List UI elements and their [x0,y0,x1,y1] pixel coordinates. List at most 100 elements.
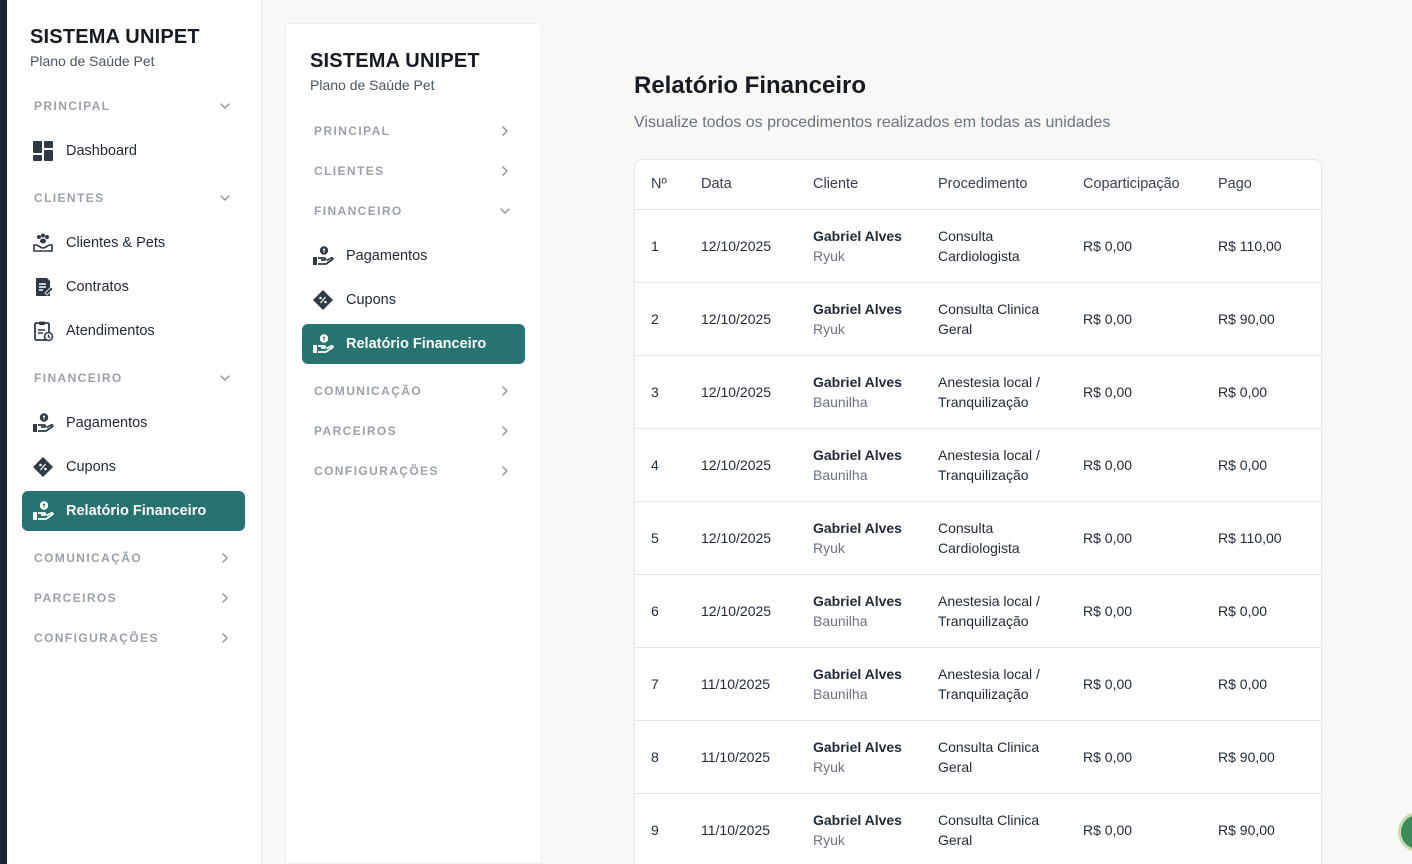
dashboard-icon [32,140,54,162]
sidebar-item-cupons[interactable]: Cupons [22,447,245,487]
procedure-line: Geral [938,831,973,848]
pet-name: Ryuk [813,539,845,556]
sidebar-item-label: Cupons [346,292,396,308]
payment-hand-icon [32,500,54,522]
pet-name: Baunilha [813,393,868,410]
table-row[interactable]: 9 11/10/2025 Gabriel Alves Ryuk Consulta Cli… [635,793,1321,864]
procedure-line: Anestesia local / [938,592,1040,609]
sidebar-item-dashboard[interactable]: Dashboard [22,131,245,171]
sidebar-item-clientes-pets[interactable]: Clientes & Pets [22,223,245,263]
pet-name: Baunilha [813,685,868,702]
sidebar-item-contratos[interactable]: Contratos [22,267,245,307]
procedure-line: Anestesia local / [938,446,1040,463]
page-subtitle: Visualize todos os procedimentos realiza… [634,114,1111,131]
cell-date: 12/10/2025 [701,282,813,356]
client-name: Gabriel Alves [813,738,902,755]
table-row[interactable]: 4 12/10/2025 Gabriel Alves Baunilha Anestesi… [635,428,1321,502]
sidebar-section-comunicacao[interactable]: COMUNICAÇÃO [314,381,512,401]
sidebar-section-comunicacao[interactable]: COMUNICAÇÃO [34,548,232,568]
sidebar-item-label: Dashboard [66,143,137,159]
sidebar-section-configuracoes[interactable]: CONFIGURAÇÕES [314,461,512,481]
sidebar-section-configuracoes[interactable]: CONFIGURAÇÕES [34,628,232,648]
cell-paid: R$ 0,00 [1218,574,1321,648]
sidebar-item-label: Atendimentos [66,323,155,339]
sidebar-section-principal[interactable]: PRINCIPAL [34,96,232,116]
cell-procedure: Consulta Cardiologista [938,501,1083,575]
section-label: PARCEIROS [314,424,398,438]
sidebar-section-clientes[interactable]: CLIENTES [34,188,232,208]
table-row[interactable]: 6 12/10/2025 Gabriel Alves Baunilha Anestesi… [635,574,1321,648]
table-row[interactable]: 1 12/10/2025 Gabriel Alves Ryuk Consulta Card… [635,209,1321,283]
cell-copart: R$ 0,00 [1083,574,1218,648]
chevron-right-icon [218,631,232,645]
column-header-paid: Pago [1218,160,1321,210]
client-name: Gabriel Alves [813,227,902,244]
chevron-down-icon [498,204,512,218]
client-name: Gabriel Alves [813,811,902,828]
column-header-num: Nº [635,160,701,210]
client-name: Gabriel Alves [813,446,902,463]
table-row[interactable]: 8 11/10/2025 Gabriel Alves Ryuk Consulta Cli… [635,720,1321,794]
procedure-line: Anestesia local / [938,665,1040,682]
sidebar-item-label: Relatório Financeiro [66,503,207,519]
payment-hand-icon [312,245,334,267]
sidebar-item-label: Clientes & Pets [66,235,166,251]
sidebar-section-principal[interactable]: PRINCIPAL [314,121,512,141]
chevron-down-icon [218,371,232,385]
chevron-right-icon [498,124,512,138]
section-label: FINANCEIRO [34,371,123,385]
procedure-line: Geral [938,758,973,775]
column-header-client: Cliente [813,160,938,210]
cell-date: 11/10/2025 [701,793,813,864]
pet-name: Baunilha [813,466,868,483]
cell-client: Gabriel Alves Baunilha [813,355,938,429]
procedure-line: Cardiologista [938,539,1020,556]
cell-num: 3 [635,355,701,429]
sidebar-item-pagamentos[interactable]: Pagamentos [22,403,245,443]
cell-num: 9 [635,793,701,864]
procedure-line: Anestesia local / [938,373,1040,390]
table-row[interactable]: 7 11/10/2025 Gabriel Alves Baunilha Anestesi… [635,647,1321,721]
cell-client: Gabriel Alves Ryuk [813,720,938,794]
cell-copart: R$ 0,00 [1083,720,1218,794]
sidebar-section-parceiros[interactable]: PARCEIROS [314,421,512,441]
cell-client: Gabriel Alves Ryuk [813,501,938,575]
sidebar-item-relatorio-financeiro[interactable]: Relatório Financeiro [302,324,525,364]
section-label: COMUNICAÇÃO [314,384,423,398]
table-row[interactable]: 3 12/10/2025 Gabriel Alves Baunilha Anestesi… [635,355,1321,429]
cell-date: 12/10/2025 [701,574,813,648]
sidebar-section-financeiro[interactable]: FINANCEIRO [34,368,232,388]
financial-report-table: Nº Data Cliente Procedimento Coparticipa… [634,159,1322,864]
sidebar-section-financeiro[interactable]: FINANCEIRO [314,201,512,221]
table-row[interactable]: 2 12/10/2025 Gabriel Alves Ryuk Consulta Cli… [635,282,1321,356]
chevron-right-icon [498,424,512,438]
column-header-procedure: Procedimento [938,160,1083,210]
sidebar-section-parceiros[interactable]: PARCEIROS [34,588,232,608]
cell-client: Gabriel Alves Baunilha [813,647,938,721]
sidebar-item-atendimentos[interactable]: Atendimentos [22,311,245,351]
brand-title: SISTEMA UNIPET [310,50,480,72]
payment-hand-icon [312,333,334,355]
cell-client: Gabriel Alves Baunilha [813,428,938,502]
procedure-line: Tranquilização [938,612,1029,629]
page-title: Relatório Financeiro [634,72,867,99]
section-label: CLIENTES [314,164,385,178]
contract-icon [32,276,54,298]
brand-title: SISTEMA UNIPET [30,26,200,48]
cell-client: Gabriel Alves Ryuk [813,282,938,356]
pet-name: Ryuk [813,247,845,264]
cell-num: 2 [635,282,701,356]
table-row[interactable]: 5 12/10/2025 Gabriel Alves Ryuk Consulta Card… [635,501,1321,575]
client-name: Gabriel Alves [813,665,902,682]
sidebar-section-clientes[interactable]: CLIENTES [314,161,512,181]
brand-subtitle: Plano de Saúde Pet [30,53,155,69]
sidebar-item-relatorio-financeiro[interactable]: Relatório Financeiro [22,491,245,531]
floating-assistant-button[interactable] [1398,812,1412,852]
cell-procedure: Consulta Clinica Geral [938,720,1083,794]
cell-procedure: Anestesia local / Tranquilização [938,574,1083,648]
procedure-line: Consulta [938,519,994,536]
sidebar-item-cupons[interactable]: Cupons [302,280,525,320]
pet-name: Ryuk [813,320,845,337]
sidebar-item-pagamentos[interactable]: Pagamentos [302,236,525,276]
cell-client: Gabriel Alves Baunilha [813,574,938,648]
